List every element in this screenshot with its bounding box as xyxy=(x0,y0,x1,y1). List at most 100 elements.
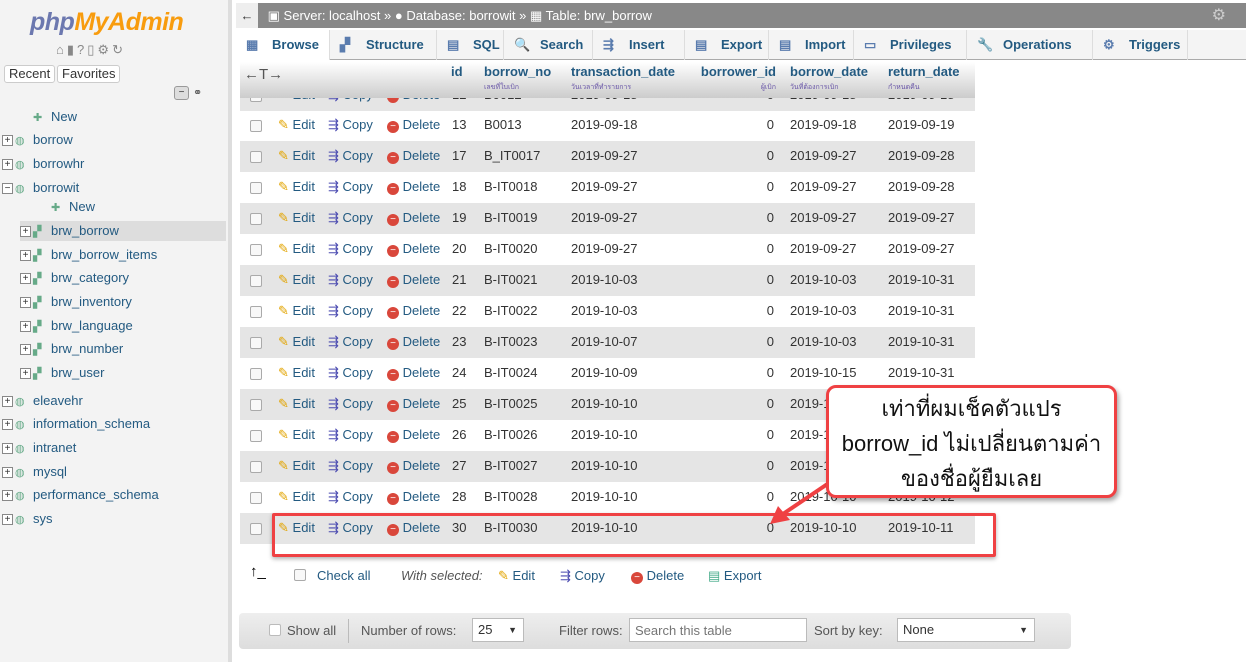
tree-item-performance-schema[interactable]: + ◍ performance_schema xyxy=(2,485,159,505)
bulk-export-button[interactable]: ▤ Export xyxy=(708,568,762,584)
copy-button[interactable]: ⇶ Copy xyxy=(328,458,373,474)
column-header-transaction-date[interactable]: transaction_date วันเวลาที่ทำรายการ xyxy=(571,64,691,93)
collapse-all-icon[interactable]: − xyxy=(174,86,189,100)
tree-item-brw-number[interactable]: + ▞ brw_number xyxy=(20,339,123,359)
column-header-borrow-no[interactable]: borrow_no เลขที่ใบเบิก xyxy=(484,64,564,93)
row-checkbox[interactable] xyxy=(250,151,262,163)
expand-icon[interactable]: + xyxy=(20,321,31,333)
column-header-borrow-date[interactable]: borrow_date วันที่ต้องการเบิก xyxy=(790,64,880,93)
delete-button[interactable]: − Delete xyxy=(387,458,440,474)
breadcrumb-server[interactable]: Server: localhost xyxy=(284,8,381,23)
edit-button[interactable]: ✎ Edit xyxy=(278,117,315,133)
recent-button[interactable]: Recent xyxy=(4,65,56,83)
row-checkbox[interactable] xyxy=(250,182,262,194)
link-icon[interactable]: ⚭ xyxy=(193,86,202,99)
logout-icon[interactable]: ▮ xyxy=(67,42,77,57)
column-header-id[interactable]: id xyxy=(451,64,476,82)
tab-search[interactable]: 🔍 Search xyxy=(504,30,593,60)
delete-button[interactable]: − Delete xyxy=(387,489,440,505)
bulk-copy-button[interactable]: ⇶ Copy xyxy=(560,568,605,584)
delete-button[interactable]: − Delete xyxy=(387,179,440,195)
tree-item-label[interactable]: eleavehr xyxy=(33,393,83,408)
tree-item-brw-user[interactable]: + ▞ brw_user xyxy=(20,363,104,383)
tree-item-brw-inventory[interactable]: + ▞ brw_inventory xyxy=(20,292,132,312)
tree-item-borrowhr[interactable]: + ◍ borrowhr xyxy=(2,154,84,174)
expand-icon[interactable]: + xyxy=(2,396,13,408)
check-all-label[interactable]: Check all xyxy=(317,568,370,583)
tree-item-borrow[interactable]: + ◍ borrow xyxy=(2,130,73,150)
copy-button[interactable]: ⇶ Copy xyxy=(328,241,373,257)
copy-button[interactable]: ⇶ Copy xyxy=(328,210,373,226)
filter-rows-input[interactable] xyxy=(629,618,807,642)
settings-gear-icon[interactable]: ⚙ xyxy=(1212,3,1226,28)
expand-icon[interactable]: + xyxy=(2,490,13,502)
expand-icon[interactable]: + xyxy=(20,226,31,238)
edit-button[interactable]: ✎ Edit xyxy=(278,210,315,226)
tree-item-sys[interactable]: + ◍ sys xyxy=(2,509,53,529)
tree-item-eleavehr[interactable]: + ◍ eleavehr xyxy=(2,391,83,411)
gear-icon[interactable]: ⚙ xyxy=(97,42,112,57)
copy-button[interactable]: ⇶ Copy xyxy=(328,334,373,350)
edit-button[interactable]: ✎ Edit xyxy=(278,148,315,164)
tree-item-label[interactable]: brw_borrow_items xyxy=(51,247,157,262)
tab-privileges[interactable]: ▭ Privileges xyxy=(854,30,967,60)
breadcrumb-database[interactable]: Database: borrowit xyxy=(406,8,515,23)
copy-button[interactable]: ⇶ Copy xyxy=(328,117,373,133)
delete-button[interactable]: − Delete xyxy=(387,148,440,164)
row-checkbox[interactable] xyxy=(250,213,262,225)
edit-button[interactable]: ✎ Edit xyxy=(278,365,315,381)
expand-icon[interactable]: + xyxy=(2,514,13,526)
tree-item-mysql[interactable]: + ◍ mysql xyxy=(2,462,67,482)
show-all-checkbox[interactable] xyxy=(269,624,281,636)
tree-item-label[interactable]: performance_schema xyxy=(33,487,159,502)
edit-button[interactable]: ✎ Edit xyxy=(278,334,315,350)
expand-icon[interactable]: + xyxy=(20,250,31,262)
tree-item-label[interactable]: New xyxy=(51,109,77,124)
back-arrow-icon[interactable]: ← xyxy=(236,3,258,28)
edit-button[interactable]: ✎ Edit xyxy=(278,179,315,195)
tree-item-label[interactable]: mysql xyxy=(33,464,67,479)
delete-button[interactable]: − Delete xyxy=(387,396,440,412)
row-checkbox[interactable] xyxy=(250,523,262,535)
expand-icon[interactable]: + xyxy=(2,159,13,171)
row-checkbox[interactable] xyxy=(250,98,262,102)
edit-button[interactable]: ✎ Edit xyxy=(278,241,315,257)
delete-button[interactable]: − Delete xyxy=(387,427,440,443)
row-checkbox[interactable] xyxy=(250,430,262,442)
tree-item-label[interactable]: brw_number xyxy=(51,341,123,356)
edit-button[interactable]: ✎ Edit xyxy=(278,272,315,288)
tab-export[interactable]: ▤ Export xyxy=(685,30,769,60)
row-checkbox[interactable] xyxy=(250,399,262,411)
tab-sql[interactable]: ▤ SQL xyxy=(437,30,504,60)
tab-triggers[interactable]: ⚙ Triggers xyxy=(1093,30,1188,60)
breadcrumb-table[interactable]: Table: brw_borrow xyxy=(546,8,652,23)
tab-operations[interactable]: 🔧 Operations xyxy=(967,30,1093,60)
tree-item-label[interactable]: brw_inventory xyxy=(51,294,132,309)
expand-icon[interactable]: + xyxy=(2,443,13,455)
expand-icon[interactable]: + xyxy=(2,467,13,479)
bulk-delete-button[interactable]: − Delete xyxy=(631,568,684,584)
edit-button[interactable]: ✎ Edit xyxy=(278,489,315,505)
favorites-button[interactable]: Favorites xyxy=(57,65,121,83)
row-checkbox[interactable] xyxy=(250,275,262,287)
row-checkbox[interactable] xyxy=(250,368,262,380)
collapse-icon[interactable]: − xyxy=(2,183,13,195)
tree-item-information-schema[interactable]: + ◍ information_schema xyxy=(2,414,150,434)
tree-item-label[interactable]: brw_borrow xyxy=(51,223,119,238)
tree-item-brw-category[interactable]: + ▞ brw_category xyxy=(20,268,129,288)
expand-icon[interactable]: + xyxy=(20,297,31,309)
row-checkbox[interactable] xyxy=(250,492,262,504)
edit-button[interactable]: ✎ Edit xyxy=(278,303,315,319)
expand-icon[interactable]: + xyxy=(20,368,31,380)
copy-button[interactable]: ⇶ Copy xyxy=(328,148,373,164)
tree-item-label[interactable]: borrowit xyxy=(33,180,79,195)
reload-icon[interactable]: ↻ xyxy=(112,42,126,57)
tree-item-intranet[interactable]: + ◍ intranet xyxy=(2,438,76,458)
copy-button[interactable]: ⇶ Copy xyxy=(328,427,373,443)
docs-icon[interactable]: ▯ xyxy=(87,42,97,57)
sort-key-select[interactable]: None ▼ xyxy=(897,618,1035,642)
tree-item-label[interactable]: brw_category xyxy=(51,270,129,285)
tree-item-label[interactable]: brw_user xyxy=(51,365,104,380)
copy-button[interactable]: ⇶ Copy xyxy=(328,179,373,195)
expand-icon[interactable]: + xyxy=(20,273,31,285)
